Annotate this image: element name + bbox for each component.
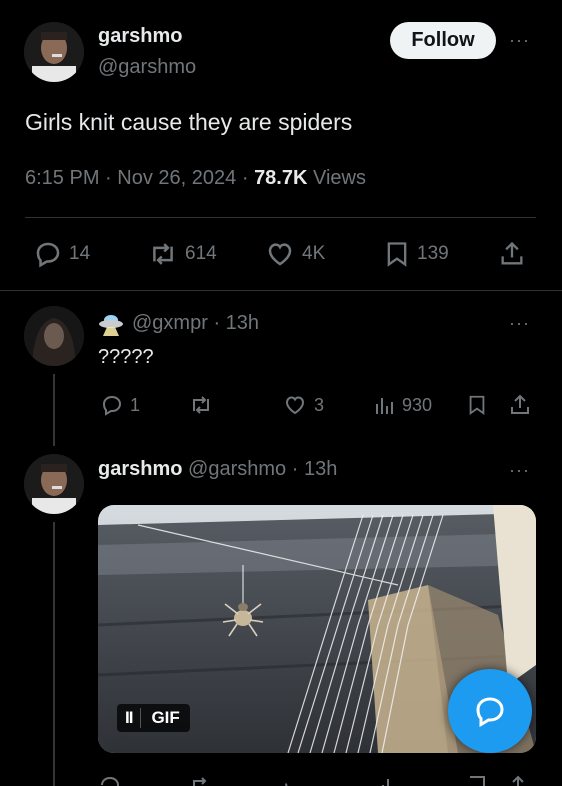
repost-icon [193, 396, 209, 414]
thread-line [53, 522, 55, 786]
author-display-name[interactable]: garshmo [98, 25, 182, 48]
meta-separator: · [105, 167, 112, 189]
reply-age[interactable]: 13h [226, 312, 259, 334]
reply-count: 1 [130, 394, 141, 415]
reply-age[interactable]: 13h [304, 458, 337, 480]
reply-display-name[interactable]: garshmo [98, 458, 182, 480]
heart-icon [268, 243, 292, 266]
views-count: 78.7K [254, 167, 308, 189]
like-count: 4K [302, 243, 326, 264]
tweet-text: Girls knit cause they are spiders [25, 109, 353, 135]
repost-icon [153, 243, 173, 265]
thread-line [53, 374, 55, 446]
reply-count: 14 [69, 243, 91, 264]
heart-icon [285, 396, 305, 415]
view-count: 930 [402, 394, 433, 415]
pause-icon[interactable]: II [117, 708, 142, 728]
meta-separator: · [291, 458, 299, 480]
reply-icon [102, 395, 122, 416]
reply-handle[interactable]: @garshmo [188, 458, 286, 480]
bookmark-icon [469, 395, 485, 416]
analytics-icon [376, 398, 393, 414]
reply-avatar[interactable] [24, 306, 84, 366]
more-options-icon[interactable]: ··· [509, 313, 530, 334]
bookmark-icon [387, 242, 407, 267]
tweet-time[interactable]: 6:15 PM [25, 167, 99, 189]
meta-separator: · [213, 312, 221, 334]
reply-button[interactable]: 14 [33, 239, 90, 269]
like-count: 3 [314, 394, 325, 415]
divider [0, 290, 562, 291]
reply-handle[interactable]: @gxmpr [132, 312, 208, 334]
meta-separator: · [241, 167, 249, 189]
chat-bubble-icon [476, 697, 504, 728]
divider [25, 217, 536, 218]
gif-label: GIF [151, 708, 180, 727]
bookmark-button[interactable] [466, 393, 488, 417]
reply2-action-bar-partial [98, 774, 538, 786]
more-options-icon[interactable]: ··· [509, 30, 530, 51]
like-button[interactable]: 3 [282, 393, 324, 417]
author-avatar[interactable] [24, 22, 84, 82]
repost-count: 614 [185, 243, 217, 264]
bookmark-count: 139 [417, 243, 449, 264]
reply-button[interactable]: 1 [100, 393, 140, 417]
repost-button[interactable] [188, 393, 214, 417]
tweet-date[interactable]: Nov 26, 2024 [117, 167, 236, 189]
gif-badge[interactable]: II GIF [117, 704, 190, 732]
views-button[interactable]: 930 [374, 393, 432, 417]
share-button[interactable] [498, 239, 526, 269]
reply-text: ????? [98, 346, 154, 368]
more-options-icon[interactable]: ··· [509, 460, 530, 481]
share-icon [501, 241, 523, 265]
reply-meta: @gxmpr · 13h [132, 312, 259, 335]
ufo-emoji-icon [98, 311, 124, 337]
repost-button[interactable]: 614 [147, 239, 217, 269]
floating-reply-button[interactable] [448, 669, 532, 753]
reply-header: garshmo @garshmo · 13h [98, 458, 337, 481]
share-icon [511, 394, 529, 414]
bookmark-button[interactable]: 139 [383, 239, 449, 269]
share-button[interactable] [508, 393, 532, 417]
reply-icon [36, 242, 60, 268]
author-handle[interactable]: @garshmo [98, 56, 196, 79]
views-label: Views [313, 167, 366, 189]
reply-avatar[interactable] [24, 454, 84, 514]
follow-button[interactable]: Follow [390, 22, 496, 59]
tweet-meta: 6:15 PM · Nov 26, 2024 · 78.7K Views [25, 167, 366, 190]
like-button[interactable]: 4K [264, 239, 325, 269]
